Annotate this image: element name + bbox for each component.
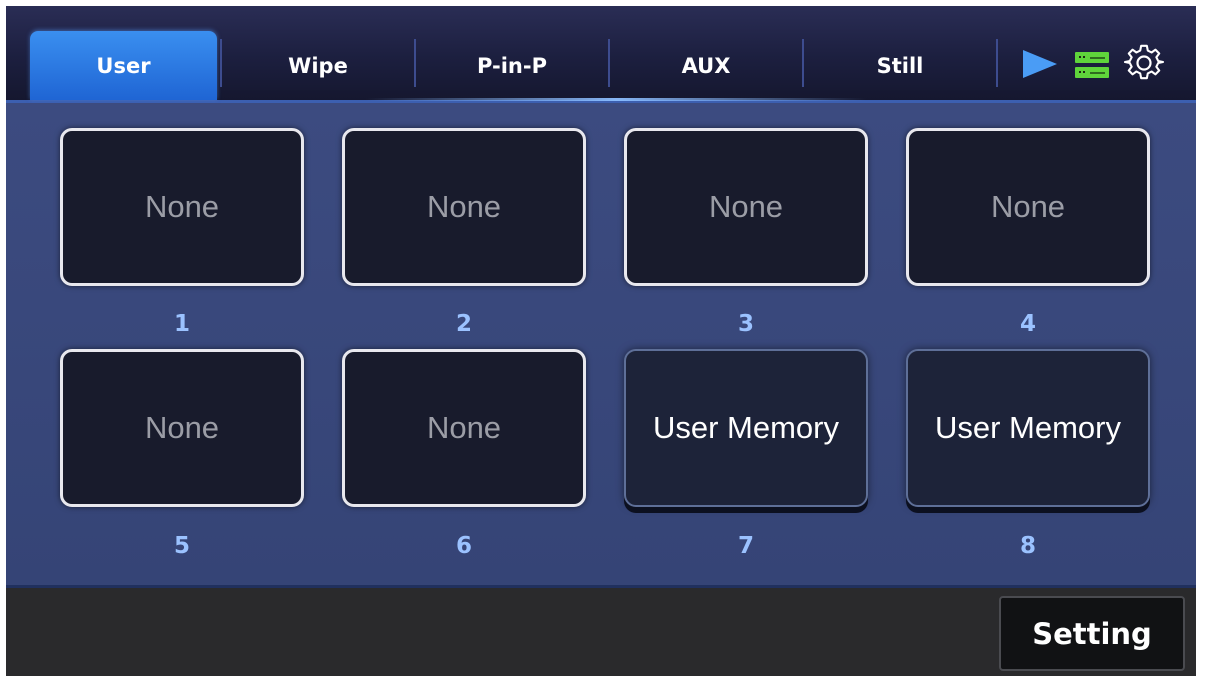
memory-slot-1[interactable]: None: [60, 128, 304, 286]
memory-slot-8[interactable]: User Memory: [906, 349, 1150, 507]
memory-slot-7[interactable]: User Memory: [624, 349, 868, 507]
memory-slot-5[interactable]: None: [60, 349, 304, 507]
slot-number: 3: [737, 311, 754, 337]
tab-user[interactable]: User: [30, 31, 217, 100]
slot-number: 4: [1019, 311, 1036, 337]
slot-number: 8: [1019, 533, 1036, 559]
memory-slot-6[interactable]: None: [342, 349, 586, 507]
memory-slot-4[interactable]: None: [906, 128, 1150, 286]
slot-number: 6: [455, 533, 472, 559]
memory-slot-3[interactable]: None: [624, 128, 868, 286]
gear-icon[interactable]: [1120, 40, 1168, 86]
slot-number: 2: [455, 311, 472, 337]
play-icon[interactable]: [1016, 44, 1062, 84]
slot-number: 1: [173, 311, 190, 337]
tab-divider: [996, 39, 998, 87]
user-memory-panel: None 1 None 2 None 3 None 4 None 5 None …: [6, 103, 1196, 588]
setting-button[interactable]: Setting: [999, 596, 1185, 671]
server-status-icon[interactable]: [1070, 46, 1114, 84]
tab-p-in-p[interactable]: P-in-P: [416, 31, 608, 100]
tab-bar: User Wipe P-in-P AUX Still: [6, 6, 1196, 103]
memory-slot-2[interactable]: None: [342, 128, 586, 286]
tab-still[interactable]: Still: [804, 31, 996, 100]
switcher-screen: User Wipe P-in-P AUX Still None 1 None 2…: [6, 6, 1196, 676]
slot-number: 5: [173, 533, 190, 559]
tab-wipe[interactable]: Wipe: [222, 31, 414, 100]
slot-number: 7: [737, 533, 754, 559]
tab-aux[interactable]: AUX: [610, 31, 802, 100]
